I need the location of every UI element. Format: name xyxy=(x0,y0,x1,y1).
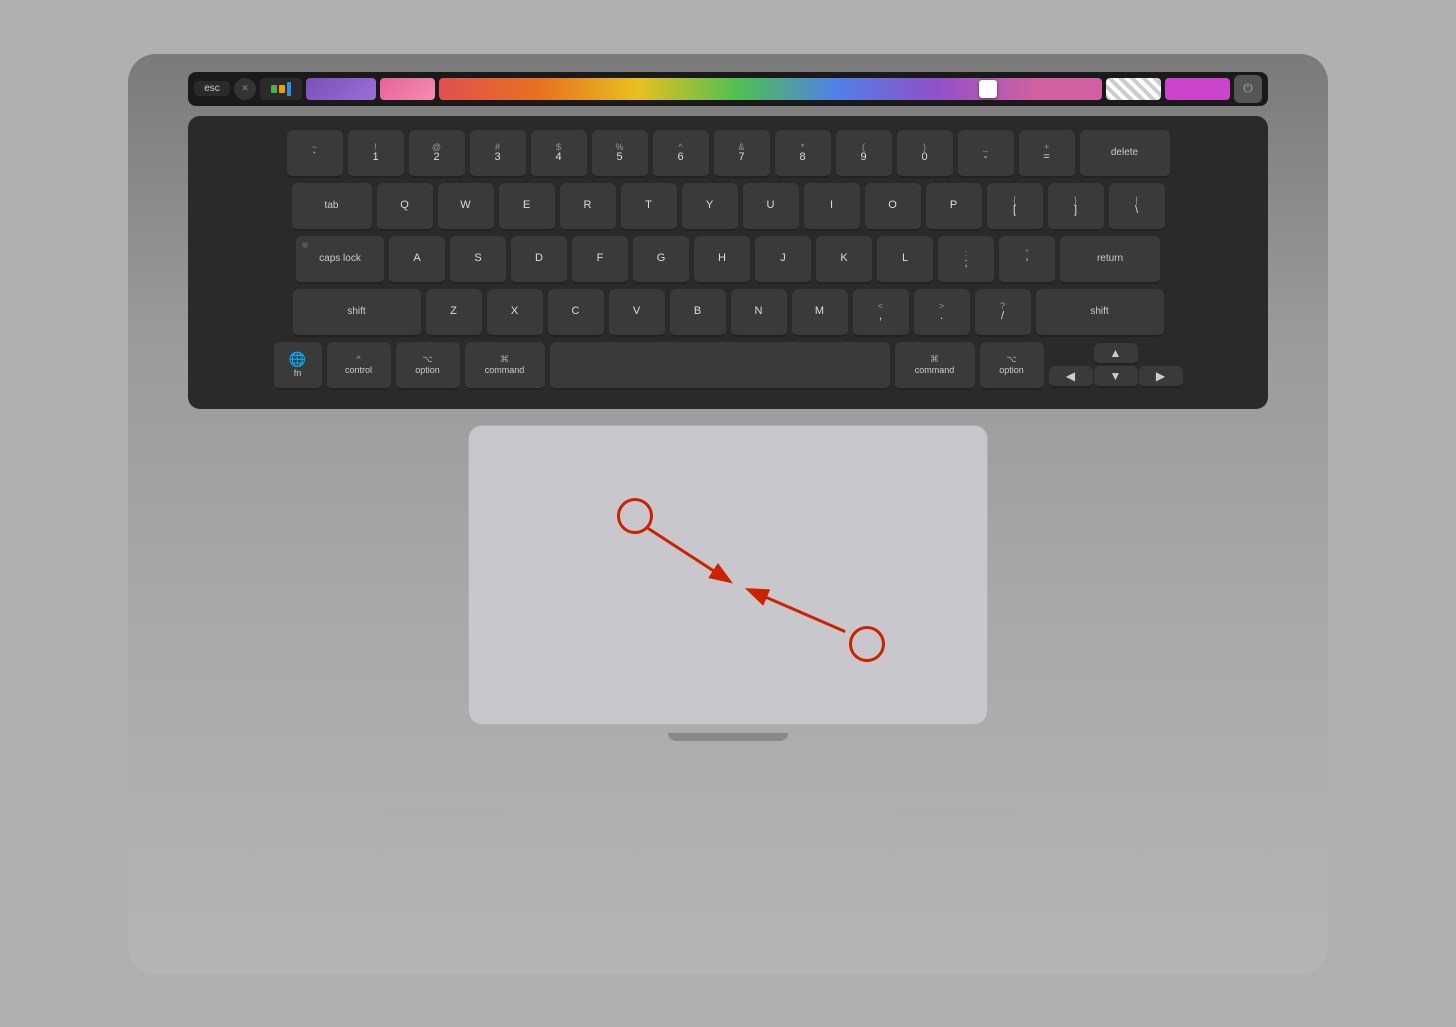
laptop-bottom xyxy=(188,733,1268,763)
number-row: ~ ` ! 1 @ 2 # 3 $ 4 % 5 xyxy=(202,130,1254,178)
arrow-cluster: ▲ ◀ ▼ ▶ xyxy=(1049,343,1183,388)
key-a[interactable]: A xyxy=(389,236,445,284)
key-u[interactable]: U xyxy=(743,183,799,231)
laptop-body: esc ⏻ ~ ` ! 1 @ 2 xyxy=(128,54,1328,974)
key-9[interactable]: ( 9 xyxy=(836,130,892,178)
zxcv-row: shift Z X C V B N M < , > . ? / shift xyxy=(202,289,1254,337)
qwerty-row: tab Q W E R T Y U I O P { [ } ] | \ xyxy=(202,183,1254,231)
tb-pink-button[interactable] xyxy=(380,78,435,100)
key-return[interactable]: return xyxy=(1060,236,1160,284)
key-6[interactable]: ^ 6 xyxy=(653,130,709,178)
key-l[interactable]: L xyxy=(877,236,933,284)
key-j[interactable]: J xyxy=(755,236,811,284)
key-lbracket[interactable]: { [ xyxy=(987,183,1043,231)
tb-close-button[interactable] xyxy=(234,78,256,100)
tb-checkered-button[interactable] xyxy=(1106,78,1161,100)
key-g[interactable]: G xyxy=(633,236,689,284)
key-d[interactable]: D xyxy=(511,236,567,284)
key-x[interactable]: X xyxy=(487,289,543,337)
key-tab[interactable]: tab xyxy=(292,183,372,231)
key-comma[interactable]: < , xyxy=(853,289,909,337)
key-arrow-left[interactable]: ◀ xyxy=(1049,366,1093,388)
key-caps-lock[interactable]: caps lock xyxy=(296,236,384,284)
tb-power-button[interactable]: ⏻ xyxy=(1234,75,1262,103)
annotation-arrows xyxy=(469,426,987,724)
key-5[interactable]: % 5 xyxy=(592,130,648,178)
key-n[interactable]: N xyxy=(731,289,787,337)
key-semicolon[interactable]: : ; xyxy=(938,236,994,284)
key-z[interactable]: Z xyxy=(426,289,482,337)
tb-media-controls[interactable] xyxy=(260,78,302,100)
key-shift-right[interactable]: shift xyxy=(1036,289,1164,337)
key-3[interactable]: # 3 xyxy=(470,130,526,178)
key-arrow-up[interactable]: ▲ xyxy=(1094,343,1138,365)
key-space[interactable] xyxy=(550,342,890,390)
annotation-circle-2 xyxy=(849,626,885,662)
key-m[interactable]: M xyxy=(792,289,848,337)
key-command-right[interactable]: ⌘ command xyxy=(895,342,975,390)
key-q[interactable]: Q xyxy=(377,183,433,231)
key-f[interactable]: F xyxy=(572,236,628,284)
key-rbracket[interactable]: } ] xyxy=(1048,183,1104,231)
key-p[interactable]: P xyxy=(926,183,982,231)
key-7[interactable]: & 7 xyxy=(714,130,770,178)
key-option-right[interactable]: ⌥ option xyxy=(980,342,1044,390)
esc-key[interactable]: esc xyxy=(194,81,230,96)
key-minus[interactable]: _ - xyxy=(958,130,1014,178)
key-period[interactable]: > . xyxy=(914,289,970,337)
key-equal[interactable]: + = xyxy=(1019,130,1075,178)
tb-color-slider[interactable] xyxy=(439,78,1102,100)
key-tilde[interactable]: ~ ` xyxy=(287,130,343,178)
laptop-hinge-notch xyxy=(668,733,788,741)
key-arrow-right[interactable]: ▶ xyxy=(1139,366,1183,388)
key-s[interactable]: S xyxy=(450,236,506,284)
key-w[interactable]: W xyxy=(438,183,494,231)
touch-bar: esc ⏻ xyxy=(188,72,1268,106)
key-b[interactable]: B xyxy=(670,289,726,337)
key-o[interactable]: O xyxy=(865,183,921,231)
trackpad-area xyxy=(188,425,1268,725)
key-control[interactable]: ^ control xyxy=(327,342,391,390)
key-8[interactable]: * 8 xyxy=(775,130,831,178)
key-e[interactable]: E xyxy=(499,183,555,231)
key-c[interactable]: C xyxy=(548,289,604,337)
key-option-left[interactable]: ⌥ option xyxy=(396,342,460,390)
key-backslash[interactable]: | \ xyxy=(1109,183,1165,231)
annotation-circle-1 xyxy=(617,498,653,534)
key-0[interactable]: ) 0 xyxy=(897,130,953,178)
key-h[interactable]: H xyxy=(694,236,750,284)
key-t[interactable]: T xyxy=(621,183,677,231)
key-v[interactable]: V xyxy=(609,289,665,337)
keyboard: ~ ` ! 1 @ 2 # 3 $ 4 % 5 xyxy=(188,116,1268,409)
key-arrow-down[interactable]: ▼ xyxy=(1094,366,1138,388)
key-y[interactable]: Y xyxy=(682,183,738,231)
key-1[interactable]: ! 1 xyxy=(348,130,404,178)
key-command-left[interactable]: ⌘ command xyxy=(465,342,545,390)
key-quote[interactable]: " ' xyxy=(999,236,1055,284)
key-delete[interactable]: delete xyxy=(1080,130,1170,178)
key-4[interactable]: $ 4 xyxy=(531,130,587,178)
bottom-row: 🌐 fn ^ control ⌥ option ⌘ command ⌘ comm… xyxy=(202,342,1254,390)
asdf-row: caps lock A S D F G H J K L : ; " ' retu… xyxy=(202,236,1254,284)
trackpad[interactable] xyxy=(468,425,988,725)
key-2[interactable]: @ 2 xyxy=(409,130,465,178)
key-shift-left[interactable]: shift xyxy=(293,289,421,337)
tb-purple-button[interactable] xyxy=(306,78,376,100)
key-k[interactable]: K xyxy=(816,236,872,284)
key-i[interactable]: I xyxy=(804,183,860,231)
tb-magenta-button[interactable] xyxy=(1165,78,1230,100)
key-fn[interactable]: 🌐 fn xyxy=(274,342,322,390)
key-slash[interactable]: ? / xyxy=(975,289,1031,337)
key-r[interactable]: R xyxy=(560,183,616,231)
tb-slider-thumb[interactable] xyxy=(979,80,997,98)
